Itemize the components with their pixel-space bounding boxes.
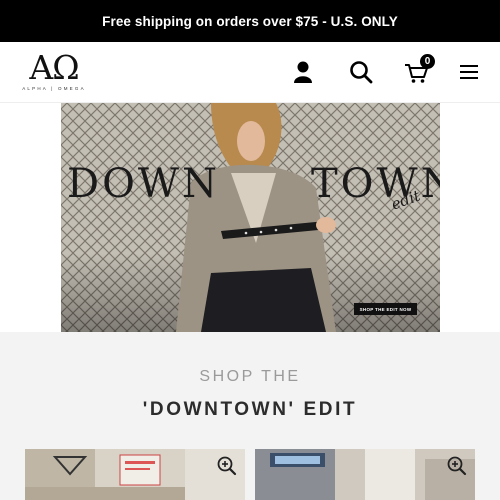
menu-button[interactable] [456, 58, 484, 86]
search-button[interactable] [347, 58, 375, 86]
cart-button[interactable]: 0 [403, 54, 435, 86]
hero-photo [61, 103, 440, 332]
account-button[interactable] [289, 58, 317, 86]
zoom-icon[interactable] [216, 455, 238, 477]
hero-word-left: DOWN [67, 161, 220, 207]
shop-edit-button[interactable]: SHOP THE EDIT NOW [354, 303, 417, 315]
logo-mark: AΩ [29, 48, 79, 87]
logo-subtitle: ALPHA | OMEGA [22, 86, 86, 91]
section-eyebrow: SHOP THE [199, 368, 301, 385]
announcement-bar: Free shipping on orders over $75 - U.S. … [0, 0, 500, 42]
hamburger-menu-icon [460, 65, 478, 79]
user-icon [294, 61, 312, 83]
cart-count-badge: 0 [420, 54, 435, 69]
search-icon [350, 61, 373, 84]
hero-banner[interactable]: DOWN TOWN edit SHOP THE EDIT NOW [61, 103, 440, 332]
product-card[interactable] [25, 449, 245, 500]
site-header: AΩ ALPHA | OMEGA 0 [0, 42, 500, 103]
brand-logo[interactable]: AΩ ALPHA | OMEGA [14, 50, 94, 96]
featured-section: SHOP THE 'DOWNTOWN' EDIT [0, 332, 500, 500]
product-image [25, 449, 245, 500]
product-card[interactable] [255, 449, 475, 500]
zoom-icon[interactable] [446, 455, 468, 477]
product-image [255, 449, 475, 500]
announcement-text: Free shipping on orders over $75 - U.S. … [102, 13, 398, 29]
section-title: 'DOWNTOWN' EDIT [142, 399, 358, 420]
